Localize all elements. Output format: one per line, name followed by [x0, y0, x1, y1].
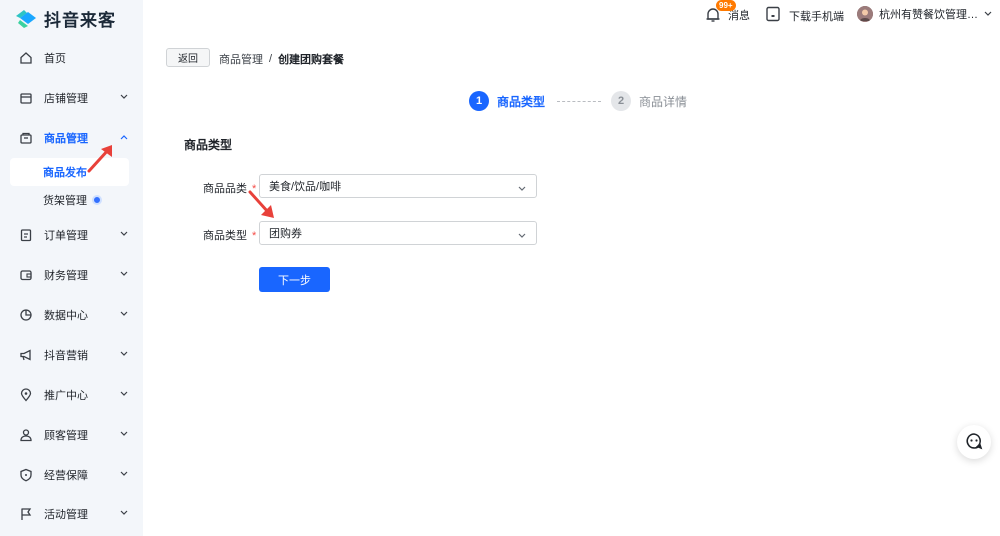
account-menu[interactable]: 杭州有赞餐饮管理… — [857, 6, 992, 22]
type-select-value: 团购券 — [269, 228, 302, 240]
type-select[interactable]: 团购券 — [259, 221, 537, 245]
required-mark: * — [252, 230, 257, 242]
sidebar-item-label: 活动管理 — [44, 509, 88, 521]
goods-icon — [18, 130, 34, 146]
sidebar-item-marketing[interactable]: 抖音营销 — [0, 337, 143, 373]
megaphone-icon — [18, 347, 34, 363]
home-icon — [18, 50, 34, 66]
customer-service-button[interactable] — [957, 425, 991, 459]
breadcrumb-separator: / — [269, 53, 273, 65]
wallet-icon — [18, 267, 34, 283]
sidebar-item-label: 首页 — [44, 53, 66, 65]
account-name: 杭州有赞餐饮管理… — [879, 9, 978, 21]
sidebar-item-store[interactable]: 店铺管理 — [0, 80, 143, 116]
mobile-icon — [765, 6, 781, 25]
step-2-number: 2 — [611, 91, 632, 111]
chevron-down-icon — [119, 508, 129, 518]
step-1-number: 1 — [469, 91, 489, 111]
breadcrumb: 商品管理 / 创建团购套餐 — [219, 51, 344, 67]
shield-icon — [18, 467, 34, 483]
sidebar-subitem-label: 商品发布 — [43, 167, 87, 179]
logo-mark-icon — [14, 8, 38, 28]
message-count-badge: 99+ — [716, 0, 736, 11]
sidebar-item-label: 店铺管理 — [44, 93, 88, 105]
step-1-label: 商品类型 — [497, 94, 546, 109]
sidebar-item-label: 订单管理 — [44, 230, 88, 242]
sidebar-subitem-label: 货架管理 — [43, 195, 87, 207]
category-select[interactable]: 美食/饮品/咖啡 — [259, 174, 537, 198]
annotation-arrow-icon — [87, 145, 112, 173]
chevron-down-icon — [119, 92, 129, 102]
chevron-down-icon — [518, 230, 526, 242]
step-connector — [557, 100, 602, 102]
location-icon — [18, 387, 34, 403]
next-step-button[interactable]: 下一步 — [259, 267, 330, 292]
order-icon — [18, 227, 34, 243]
sidebar-item-goods[interactable]: 商品管理 — [0, 120, 143, 156]
sidebar-item-finance[interactable]: 财务管理 — [0, 257, 143, 293]
sidebar-item-label: 抖音营销 — [44, 350, 88, 362]
bell-icon: 99+ — [704, 0, 736, 24]
chevron-down-icon — [119, 429, 129, 439]
sidebar-item-promotion[interactable]: 推广中心 — [0, 377, 143, 413]
back-button[interactable]: 返回 — [166, 48, 210, 67]
chevron-down-icon — [518, 183, 526, 195]
breadcrumb-current: 创建团购套餐 — [278, 54, 345, 66]
sidebar-item-customers[interactable]: 顾客管理 — [0, 417, 143, 453]
pie-chart-icon — [18, 307, 34, 323]
flag-icon — [18, 506, 34, 522]
category-label-text: 商品品类 — [203, 183, 247, 195]
avatar — [857, 6, 873, 22]
chevron-down-icon — [119, 229, 129, 239]
sidebar-item-assurance[interactable]: 经营保障 — [0, 457, 143, 493]
store-icon — [18, 90, 34, 106]
breadcrumb-parent[interactable]: 商品管理 — [219, 51, 263, 67]
top-bar: 99+ 消息 下载手机端 杭州有赞餐饮管理… — [143, 0, 1000, 30]
sidebar-item-label: 推广中心 — [44, 390, 88, 402]
sidebar-item-label: 数据中心 — [44, 310, 88, 322]
chevron-down-icon — [119, 469, 129, 479]
sidebar-item-activities[interactable]: 活动管理 — [0, 496, 143, 532]
sidebar-item-home[interactable]: 首页 — [0, 40, 143, 76]
sidebar: 抖音来客 首页 店铺管理 商品管理 商品发布 货架管理 订单管理 财务管理 数据… — [0, 0, 143, 536]
chevron-down-icon — [119, 269, 129, 279]
type-label-text: 商品类型 — [203, 230, 247, 242]
sidebar-item-label: 顾客管理 — [44, 430, 88, 442]
sidebar-item-label: 商品管理 — [44, 133, 88, 145]
customer-icon — [18, 427, 34, 443]
sidebar-item-label: 财务管理 — [44, 270, 88, 282]
download-app-button[interactable]: 下载手机端 — [765, 6, 844, 25]
sidebar-item-data[interactable]: 数据中心 — [0, 297, 143, 333]
step-2-label: 商品详情 — [639, 94, 688, 109]
sidebar-item-orders[interactable]: 订单管理 — [0, 217, 143, 253]
logo-text: 抖音来客 — [44, 10, 116, 30]
main-content: 返回 商品管理 / 创建团购套餐 1 商品类型 2 商品详情 商品类型 商品品类… — [143, 30, 1000, 536]
chevron-down-icon — [119, 389, 129, 399]
chat-bot-icon — [964, 431, 984, 454]
logo[interactable]: 抖音来客 — [14, 6, 116, 30]
annotation-arrow-icon — [248, 190, 274, 218]
download-label: 下载手机端 — [789, 10, 844, 23]
messages-button[interactable]: 99+ 消息 — [704, 0, 750, 24]
chevron-down-icon — [984, 8, 992, 20]
chevron-down-icon — [119, 349, 129, 359]
sidebar-item-label: 经营保障 — [44, 470, 88, 482]
chevron-down-icon — [119, 309, 129, 319]
stepper: 1 商品类型 2 商品详情 — [469, 90, 687, 112]
sidebar-subitem-shelf[interactable]: 货架管理 — [10, 186, 129, 214]
category-select-value: 美食/饮品/咖啡 — [269, 181, 342, 193]
type-field-label: 商品类型 * — [203, 227, 256, 243]
notification-dot — [92, 195, 102, 205]
section-title: 商品类型 — [184, 138, 233, 152]
chevron-up-icon — [119, 132, 129, 142]
